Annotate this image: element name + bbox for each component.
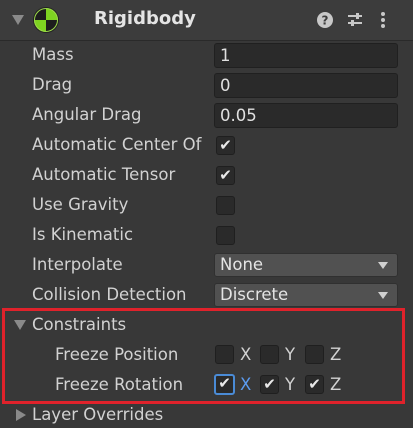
layer-overrides-label[interactable]: Layer Overrides bbox=[32, 403, 163, 427]
mass-label: Mass bbox=[32, 45, 74, 64]
is-kinematic-checkbox[interactable] bbox=[216, 226, 235, 245]
angular-drag-field[interactable]: 0.05 bbox=[214, 103, 398, 128]
automatic-tensor-checkbox[interactable]: ✔ bbox=[216, 166, 235, 185]
interpolate-label: Interpolate bbox=[32, 255, 123, 274]
rigidbody-icon bbox=[33, 7, 59, 33]
automatic-center-label: Automatic Center Of bbox=[32, 135, 202, 154]
presets-icon[interactable] bbox=[346, 11, 364, 29]
collision-detection-label: Collision Detection bbox=[32, 285, 187, 304]
svg-text:?: ? bbox=[322, 14, 329, 28]
help-icon[interactable]: ? bbox=[316, 11, 334, 29]
automatic-center-checkbox[interactable]: ✔ bbox=[216, 136, 235, 155]
interpolate-value: None bbox=[220, 255, 264, 274]
interpolate-dropdown[interactable]: None bbox=[214, 253, 398, 277]
layer-overrides-foldout-arrow[interactable] bbox=[16, 409, 26, 421]
header-divider bbox=[0, 40, 413, 41]
angular-drag-label: Angular Drag bbox=[32, 105, 142, 124]
component-foldout-arrow[interactable] bbox=[12, 15, 24, 25]
constraints-highlight-box bbox=[2, 308, 405, 404]
collision-detection-dropdown[interactable]: Discrete bbox=[214, 283, 398, 307]
is-kinematic-label: Is Kinematic bbox=[32, 225, 134, 244]
mass-field[interactable]: 1 bbox=[214, 43, 398, 68]
more-options-icon[interactable] bbox=[378, 10, 388, 30]
component-title: Rigidbody bbox=[94, 8, 196, 29]
chevron-down-icon bbox=[378, 262, 388, 269]
automatic-tensor-label: Automatic Tensor bbox=[32, 165, 176, 184]
use-gravity-label: Use Gravity bbox=[32, 195, 129, 214]
drag-field[interactable]: 0 bbox=[214, 73, 398, 98]
drag-label: Drag bbox=[32, 75, 73, 94]
chevron-down-icon bbox=[378, 292, 388, 299]
collision-detection-value: Discrete bbox=[220, 285, 289, 304]
use-gravity-checkbox[interactable] bbox=[216, 196, 235, 215]
